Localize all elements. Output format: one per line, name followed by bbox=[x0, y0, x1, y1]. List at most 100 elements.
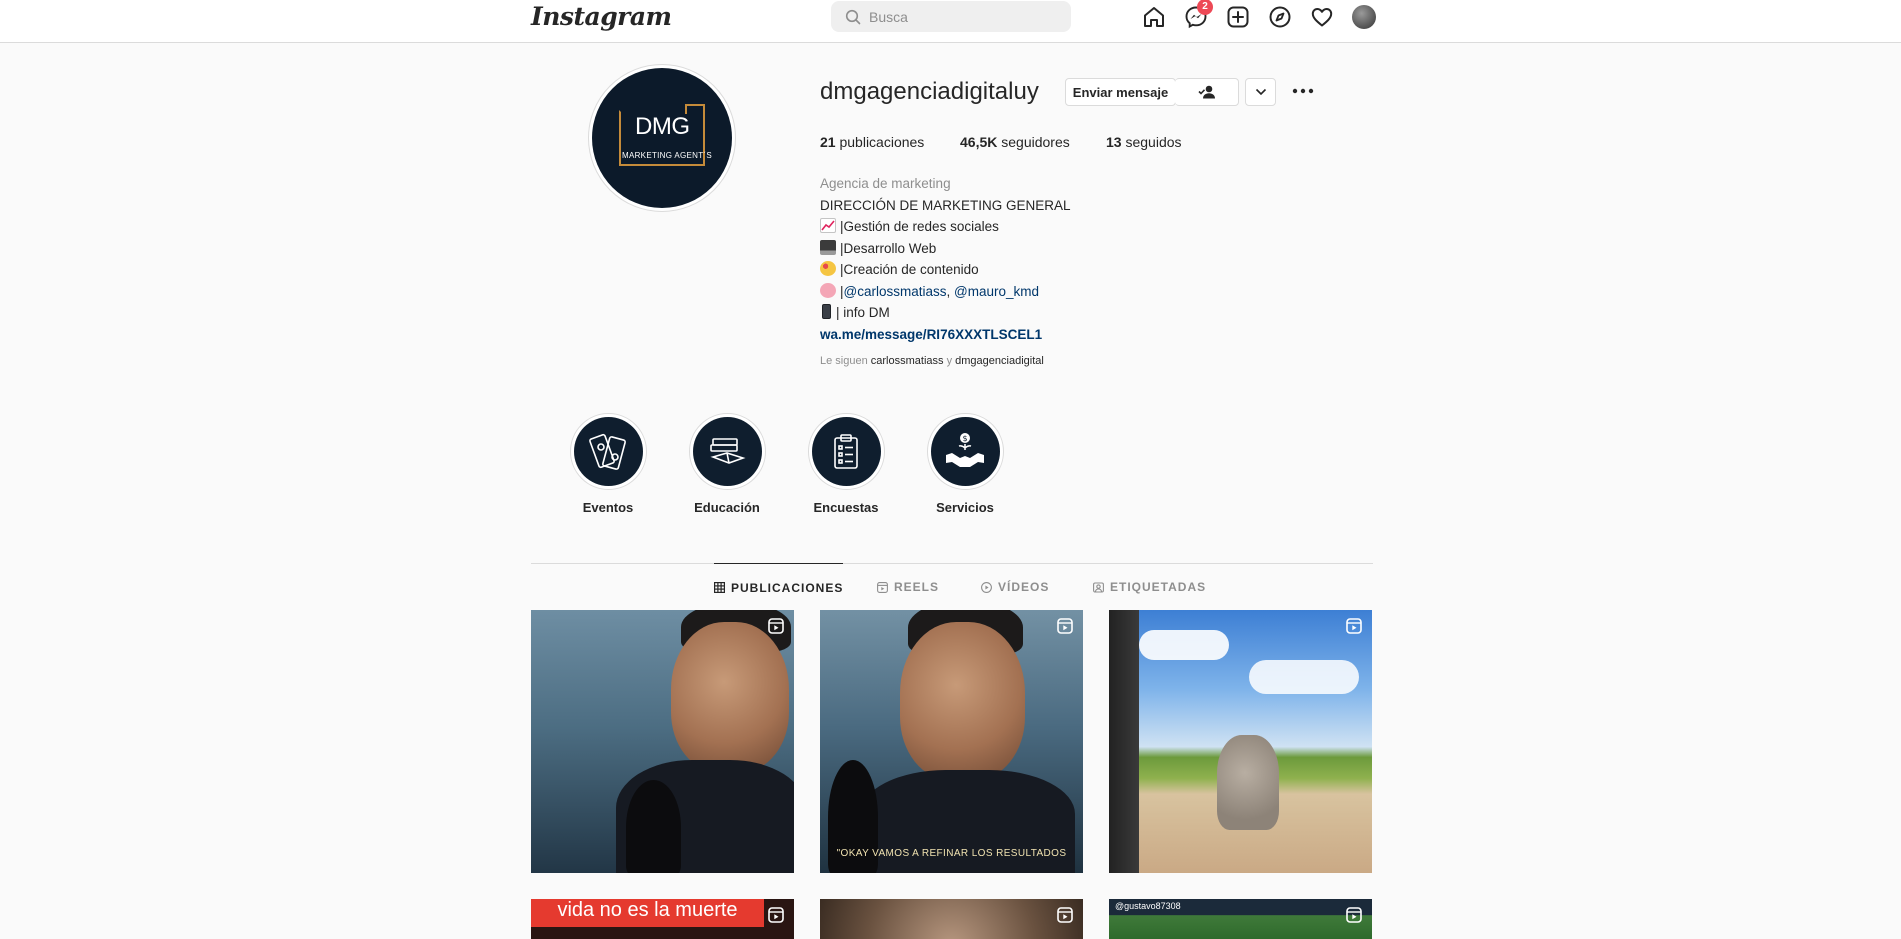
messenger-badge: 2 bbox=[1197, 0, 1213, 15]
post-caption: @gustavo87308 bbox=[1115, 901, 1181, 911]
avatar-logo-text: DMG bbox=[635, 113, 690, 140]
chart-emoji-icon bbox=[820, 218, 836, 233]
person-face bbox=[671, 622, 789, 772]
bio-website-link[interactable]: wa.me/message/RI76XXXTLSCEL1 bbox=[820, 324, 1240, 346]
profile-avatar[interactable]: DMG MARKETING AGENT´S bbox=[592, 68, 732, 208]
highlight-ring: $ bbox=[926, 413, 1004, 490]
tab-label: ETIQUETADAS bbox=[1110, 580, 1207, 594]
more-options-button[interactable] bbox=[1291, 81, 1315, 101]
highlight-encuestas[interactable]: Encuestas bbox=[796, 413, 896, 515]
tab-label: VÍDEOS bbox=[998, 580, 1050, 594]
bio-line: |@carlossmatiass, @mauro_kmd bbox=[820, 281, 1240, 303]
post-thumbnail[interactable]: "OKAY VAMOS A REFINAR LOS RESULTADOS bbox=[820, 610, 1083, 873]
followed-by[interactable]: Le siguen carlossmatiass y dmgagenciadig… bbox=[820, 355, 1044, 367]
mention-link[interactable]: @mauro_kmd bbox=[954, 284, 1039, 299]
laptop-emoji-icon bbox=[820, 239, 836, 255]
highlight-ring bbox=[688, 413, 766, 490]
highlight-label: Servicios bbox=[936, 500, 994, 515]
svg-text:$: $ bbox=[962, 434, 967, 443]
followed-by-name: dmgagenciadigital bbox=[955, 355, 1044, 367]
activity-heart-icon[interactable] bbox=[1308, 3, 1336, 31]
highlight-servicios[interactable]: $ Servicios bbox=[915, 413, 1015, 515]
highlight-cover: $ bbox=[930, 417, 1000, 486]
reel-icon bbox=[1346, 618, 1362, 639]
messenger-icon[interactable]: 2 bbox=[1182, 0, 1213, 31]
grid-icon bbox=[714, 582, 725, 593]
post-thumbnail[interactable]: vida no es la muerte bbox=[531, 899, 794, 939]
cloud bbox=[1249, 660, 1359, 694]
books-icon bbox=[710, 437, 746, 464]
post-caption: "OKAY VAMOS A REFINAR LOS RESULTADOS bbox=[836, 848, 1067, 859]
avatar-logo-subtext: MARKETING AGENT´S bbox=[622, 151, 712, 160]
followers-count-label: seguidores bbox=[1001, 134, 1070, 150]
followed-by-sep: y bbox=[943, 355, 956, 367]
bio-line-text: , bbox=[946, 283, 955, 299]
cloud bbox=[1139, 630, 1229, 660]
highlight-label: Eventos bbox=[582, 500, 634, 515]
send-message-button[interactable]: Enviar mensaje bbox=[1065, 78, 1176, 106]
microphone bbox=[626, 780, 681, 873]
tab-label: PUBLICACIONES bbox=[731, 580, 844, 595]
bio-line: |Desarrollo Web bbox=[820, 238, 1240, 260]
following-count[interactable]: 13 seguidos bbox=[1106, 134, 1182, 150]
post-thumbnail[interactable] bbox=[820, 899, 1083, 939]
highlight-ring bbox=[569, 413, 647, 490]
posts-count-label: publicaciones bbox=[839, 134, 925, 150]
following-button[interactable] bbox=[1175, 78, 1239, 106]
vehicle-edge bbox=[1109, 610, 1139, 873]
tabs-divider bbox=[531, 563, 1373, 564]
tab-publicaciones[interactable]: PUBLICACIONES bbox=[714, 563, 844, 611]
profile-bio: Agencia de marketing DIRECCIÓN DE MARKET… bbox=[820, 173, 1240, 345]
person-face bbox=[900, 622, 1025, 780]
highlight-cover bbox=[573, 417, 643, 486]
reel-icon bbox=[768, 907, 784, 928]
following-count-label: seguidos bbox=[1125, 134, 1182, 150]
profile-username: dmgagenciadigitaluy bbox=[820, 78, 1039, 105]
highlight-educacion[interactable]: Educación bbox=[677, 413, 777, 515]
search-icon bbox=[845, 9, 861, 30]
search-box[interactable] bbox=[831, 1, 1071, 32]
bio-line-text: |Creación de contenido bbox=[840, 262, 979, 277]
bio-line: |Creación de contenido bbox=[820, 259, 1240, 281]
highlight-label: Encuestas bbox=[813, 500, 879, 515]
followers-count[interactable]: 46,5K seguidores bbox=[960, 134, 1070, 150]
explore-icon[interactable] bbox=[1266, 3, 1294, 31]
tab-reels[interactable]: REELS bbox=[877, 563, 939, 611]
mention-link[interactable]: @carlossmatiass bbox=[844, 284, 947, 299]
bio-line-text: |Gestión de redes sociales bbox=[840, 219, 999, 234]
post-thumbnail[interactable]: @gustavo87308 bbox=[1109, 899, 1372, 939]
tickets-icon bbox=[589, 433, 626, 470]
profile-category: Agencia de marketing bbox=[820, 176, 951, 191]
bio-line: | info DM bbox=[820, 302, 1240, 324]
followed-by-name: carlossmatiass bbox=[870, 355, 944, 367]
top-navbar: Instagram 2 bbox=[0, 0, 1901, 43]
reel-icon bbox=[1057, 618, 1073, 639]
tagged-icon bbox=[1093, 581, 1104, 593]
tab-label: REELS bbox=[894, 580, 940, 594]
clipboard-icon bbox=[834, 433, 858, 469]
phone-emoji-icon bbox=[822, 304, 831, 319]
chevron-down-icon bbox=[1255, 88, 1266, 96]
posts-count-value: 21 bbox=[820, 134, 836, 150]
followed-by-prefix: Le siguen bbox=[820, 355, 871, 367]
instagram-logo[interactable]: Instagram bbox=[531, 2, 672, 31]
search-input[interactable] bbox=[869, 1, 1059, 32]
tab-etiquetadas[interactable]: ETIQUETADAS bbox=[1093, 563, 1206, 611]
post-thumbnail[interactable] bbox=[1109, 610, 1372, 873]
post-thumbnail[interactable] bbox=[531, 610, 794, 873]
tab-videos[interactable]: VÍDEOS bbox=[981, 563, 1049, 611]
suggested-dropdown-button[interactable] bbox=[1245, 78, 1276, 106]
profile-avatar-nav[interactable] bbox=[1350, 3, 1378, 31]
reel-icon bbox=[1346, 907, 1362, 928]
followers-count-value: 46,5K bbox=[960, 134, 998, 150]
handshake-icon: $ bbox=[946, 432, 984, 467]
highlight-cover bbox=[811, 417, 881, 486]
home-icon[interactable] bbox=[1140, 3, 1168, 31]
following-count-value: 13 bbox=[1106, 134, 1122, 150]
highlight-eventos[interactable]: Eventos bbox=[558, 413, 658, 515]
bio-line-text: |Desarrollo Web bbox=[840, 240, 937, 256]
bio-line: |Gestión de redes sociales bbox=[820, 216, 1240, 238]
new-post-icon[interactable] bbox=[1224, 3, 1252, 31]
user-check-icon bbox=[1197, 85, 1215, 99]
reel-icon bbox=[768, 618, 784, 639]
